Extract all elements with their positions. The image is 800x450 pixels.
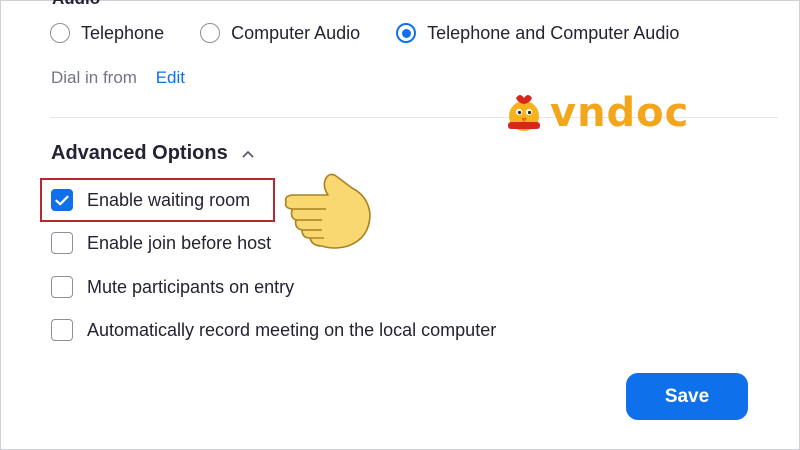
checkbox-icon[interactable] [51, 319, 73, 341]
checkbox-label: Enable waiting room [87, 189, 251, 210]
checkmark-icon [55, 195, 69, 205]
advanced-options-title: Advanced Options [51, 142, 228, 164]
advanced-options-heading[interactable]: Advanced Options [51, 142, 254, 165]
checkbox-label: Automatically record meeting on the loca… [87, 319, 497, 340]
radio-circle-icon[interactable] [200, 23, 221, 43]
dial-in-edit-link[interactable]: Edit [156, 68, 185, 87]
save-button[interactable]: Save [626, 373, 748, 420]
checkbox-icon[interactable] [51, 232, 73, 254]
checkbox-mute-participants[interactable]: Mute participants on entry [51, 276, 294, 298]
chicken-mascot-icon [508, 95, 540, 131]
dial-in-label: Dial in from [51, 68, 137, 87]
checkbox-checked-icon[interactable] [51, 189, 73, 211]
checkbox-enable-join-before-host[interactable]: Enable join before host [51, 232, 271, 254]
checkbox-enable-waiting-room[interactable]: Enable waiting room [51, 189, 250, 211]
radio-label: Telephone [81, 22, 165, 43]
checkbox-icon[interactable] [51, 276, 73, 298]
checkbox-label: Mute participants on entry [87, 276, 295, 297]
radio-circle-icon[interactable] [50, 23, 70, 43]
radio-computer-audio[interactable]: Computer Audio [200, 23, 360, 44]
audio-type-radio-group: Telephone Computer Audio Telephone and C… [50, 20, 715, 46]
checkbox-auto-record-local[interactable]: Automatically record meeting on the loca… [51, 319, 496, 341]
radio-label: Telephone and Computer Audio [427, 22, 680, 43]
radio-label: Computer Audio [231, 22, 361, 43]
radio-selected-icon[interactable] [396, 23, 417, 43]
logo-text: vndoc [550, 90, 690, 136]
checkbox-label: Enable join before host [87, 232, 272, 253]
dial-in-row: Dial in from Edit [51, 68, 185, 88]
radio-telephone-and-computer-audio[interactable]: Telephone and Computer Audio [396, 23, 679, 44]
audio-section-heading: Audio [52, 0, 100, 9]
chevron-up-icon[interactable] [242, 150, 254, 158]
vndoc-logo: vndoc [502, 90, 689, 136]
radio-telephone[interactable]: Telephone [50, 23, 164, 44]
pointing-hand-icon [284, 173, 371, 249]
